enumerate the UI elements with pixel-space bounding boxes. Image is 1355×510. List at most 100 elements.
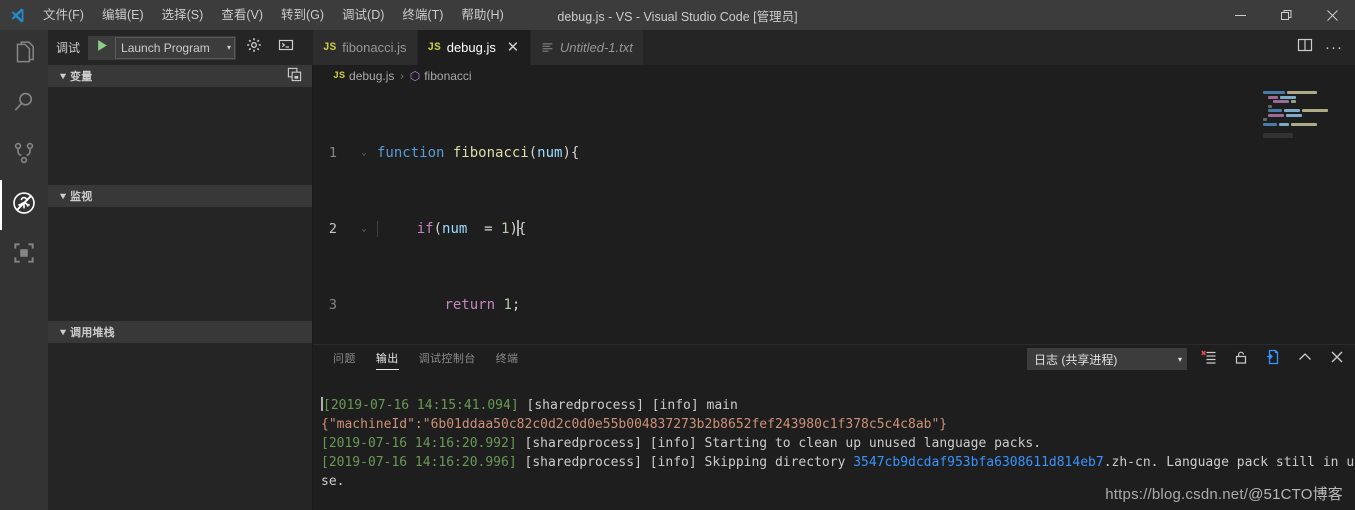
start-debugging-button[interactable] (89, 39, 115, 57)
pane-variables: 变量 (48, 65, 312, 185)
debug-sidebar: 变量 监视 调用堆栈 (48, 65, 313, 510)
code-editor[interactable]: 1 ⌄ function fibonacci(num){ 2 ⌄ if(num … (313, 87, 1355, 344)
debug-toolbar-actions (246, 37, 294, 58)
activity-item-search[interactable] (0, 80, 48, 130)
close-button[interactable] (1309, 0, 1355, 30)
copy-icon[interactable] (287, 67, 302, 85)
log-source: [sharedprocess] [info] Skipping director… (524, 455, 854, 470)
line-number: 2 (328, 221, 337, 237)
lock-scroll-icon[interactable] (1233, 349, 1249, 370)
activity-item-source-control[interactable] (0, 130, 48, 180)
code-lines: 1 ⌄ function fibonacci(num){ 2 ⌄ if(num … (313, 87, 1355, 344)
debug-configuration-value: Launch Program (121, 40, 210, 55)
pane-call-stack: 调用堆栈 (48, 321, 312, 510)
log-timestamp: [2019-07-16 14:16:20.996] (321, 455, 517, 470)
tab-label: fibonacci.js (342, 40, 407, 55)
minimap[interactable] (1263, 91, 1341, 138)
pane-call-stack-header[interactable]: 调用堆栈 (48, 321, 312, 343)
chevron-down-icon[interactable] (56, 72, 70, 81)
tab-close-icon[interactable]: ✕ (506, 40, 520, 55)
menu-item-terminal[interactable]: 终端(T) (393, 0, 452, 30)
panel-tab-debug-console[interactable]: 调试控制台 (409, 345, 486, 373)
editor-group: JS debug.js › ⬡ fibonacci 1 ⌄ function f… (313, 65, 1355, 510)
title-bar: 文件(F) 编辑(E) 选择(S) 查看(V) 转到(G) 调试(D) 终端(T… (0, 0, 1355, 30)
js-file-icon: JS (333, 70, 346, 82)
debug-toolbar-label: 调试 (56, 41, 81, 55)
breadcrumb-symbol[interactable]: fibonacci (424, 69, 471, 83)
activity-item-explorer[interactable] (0, 30, 48, 80)
menu-bar[interactable]: 文件(F) 编辑(E) 选择(S) 查看(V) 转到(G) 调试(D) 终端(T… (34, 0, 513, 30)
menu-item-debug[interactable]: 调试(D) (333, 0, 393, 30)
tab-fibonacci-js[interactable]: JS fibonacci.js (313, 30, 418, 65)
window-controls (1217, 0, 1355, 30)
panel-actions: 日志 (共享进程) ▾ (1027, 348, 1355, 370)
editor-actions: ··· (1297, 30, 1355, 65)
text-file-icon (541, 41, 554, 54)
pane-watch-header[interactable]: 监视 (48, 185, 312, 207)
vscode-window: 文件(F) 编辑(E) 选择(S) 查看(V) 转到(G) 调试(D) 终端(T… (0, 0, 1355, 510)
debug-configuration-select[interactable]: Launch Program ▾ (115, 36, 236, 59)
panel-tab-output[interactable]: 输出 (366, 345, 409, 373)
editor-more-actions-icon[interactable]: ··· (1325, 40, 1343, 55)
files-icon (11, 40, 37, 71)
chevron-down-icon: ▾ (1177, 354, 1182, 364)
code-text: if(num = 1){ (371, 220, 526, 239)
search-icon (11, 90, 37, 121)
tab-label: Untitled-1.txt (559, 40, 633, 55)
activity-bar (0, 30, 48, 510)
debug-console-icon[interactable] (278, 37, 294, 58)
pane-title: 调用堆栈 (70, 327, 115, 339)
menu-item-edit[interactable]: 编辑(E) (93, 0, 153, 30)
log-json: {"machineId":"6b01ddaa50c82c0d2c0d0e55b0… (321, 417, 948, 432)
log-link[interactable]: 3547cb9dcdaf953bfa6308611d814eb7 (853, 455, 1103, 470)
line-number: 3 (328, 297, 337, 313)
menu-item-selection[interactable]: 选择(S) (153, 0, 213, 30)
clear-output-icon[interactable] (1201, 349, 1217, 370)
breadcrumb[interactable]: JS debug.js › ⬡ fibonacci (313, 65, 1355, 87)
restore-button[interactable] (1263, 0, 1309, 30)
panel-header: 问题 输出 调试控制台 终端 日志 (共享进程) ▾ (313, 345, 1355, 373)
pane-title: 监视 (70, 191, 93, 203)
activity-item-debug[interactable] (0, 180, 48, 230)
panel-tab-problems[interactable]: 问题 (323, 345, 366, 373)
pane-variables-body (48, 87, 312, 185)
chevron-right-icon: › (400, 70, 404, 82)
chevron-down-icon[interactable] (56, 192, 70, 201)
code-text: return 1; (444, 297, 521, 313)
gear-icon[interactable] (246, 37, 262, 58)
source-control-icon (11, 140, 37, 171)
panel-icon-group (1201, 349, 1345, 370)
log-source: [sharedprocess] [info] Starting to clean… (524, 436, 1042, 451)
main-area: 调试 Launch Program ▾ JS fibonacci.js JS d… (48, 30, 1355, 510)
menu-item-view[interactable]: 查看(V) (212, 0, 272, 30)
pane-variables-header[interactable]: 变量 (48, 65, 312, 87)
menu-item-go[interactable]: 转到(G) (272, 0, 333, 30)
activity-item-extensions[interactable] (0, 230, 48, 280)
tab-untitled-1-txt[interactable]: Untitled-1.txt (530, 30, 644, 65)
split-editor-icon[interactable] (1297, 37, 1313, 58)
play-icon (96, 39, 109, 57)
menu-item-file[interactable]: 文件(F) (34, 0, 93, 30)
fold-icon[interactable]: ⌄ (357, 220, 371, 239)
maximize-panel-icon[interactable] (1297, 349, 1313, 370)
js-file-icon: JS (427, 41, 441, 54)
output-log[interactable]: [2019-07-16 14:15:41.094] [sharedprocess… (313, 373, 1355, 510)
editor-tabs: JS fibonacci.js JS debug.js ✕ Untitled-1… (313, 30, 644, 65)
menu-item-help[interactable]: 帮助(H) (452, 0, 512, 30)
tab-debug-js[interactable]: JS debug.js ✕ (417, 30, 531, 65)
close-panel-icon[interactable] (1329, 349, 1345, 370)
minimize-button[interactable] (1217, 0, 1263, 30)
fold-icon[interactable]: ⌄ (357, 144, 371, 163)
log-source: [sharedprocess] [info] main (526, 398, 738, 413)
pane-title: 变量 (70, 71, 93, 83)
panel-tab-terminal[interactable]: 终端 (486, 345, 529, 373)
panel-tabs: 问题 输出 调试控制台 终端 (323, 345, 528, 373)
output-channel-select[interactable]: 日志 (共享进程) ▾ (1027, 348, 1187, 370)
breadcrumb-file[interactable]: debug.js (349, 69, 394, 83)
vscode-logo-icon (0, 7, 34, 24)
js-file-icon: JS (323, 41, 337, 54)
symbol-icon: ⬡ (409, 69, 421, 83)
open-in-editor-icon[interactable] (1265, 349, 1281, 370)
chevron-down-icon[interactable] (56, 328, 70, 337)
pane-watch-body (48, 207, 312, 321)
